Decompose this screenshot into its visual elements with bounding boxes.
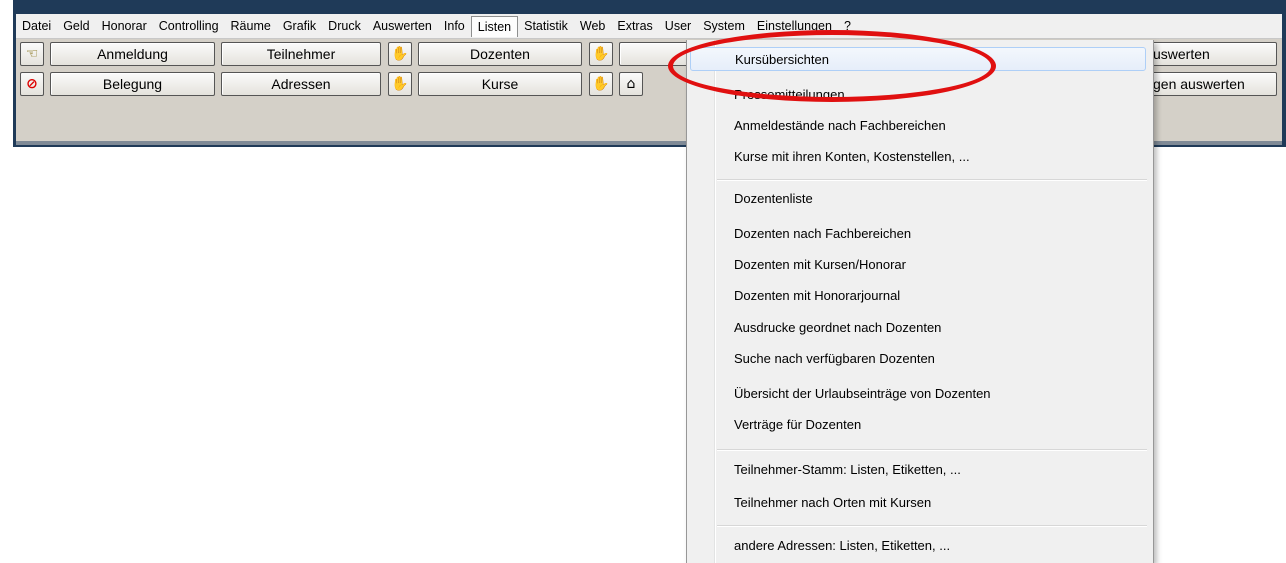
menu-system[interactable]: System (697, 15, 751, 37)
menu-statistik[interactable]: Statistik (518, 15, 574, 37)
auswerten-button-2[interactable]: gen auswerten (1144, 72, 1277, 96)
menu-item-andere-adressen[interactable]: andere Adressen: Listen, Etiketten, ... (734, 534, 950, 558)
hand-icon[interactable]: ✋ (388, 42, 412, 66)
menu-listen[interactable]: Listen (470, 15, 519, 37)
listen-dropdown-menu: Kursübersichten Pressemitteilungen Anmel… (686, 40, 1154, 563)
hand-icon[interactable]: ✋ (589, 72, 613, 96)
menu-separator (717, 525, 1147, 527)
menu-bar: Datei Geld Honorar Controlling Räume Gra… (16, 14, 1282, 39)
menu-separator (717, 179, 1147, 181)
menu-item-anmeldestaende[interactable]: Anmeldestände nach Fachbereichen (734, 114, 946, 138)
adressen-button[interactable]: Adressen (221, 72, 381, 96)
pointing-hand-icon[interactable]: ☜ (20, 42, 44, 66)
kurse-button[interactable]: Kurse (418, 72, 582, 96)
hand-icon[interactable]: ✋ (388, 72, 412, 96)
dozenten-button[interactable]: Dozenten (418, 42, 582, 66)
auswerten-button[interactable]: uswerten (1144, 42, 1277, 66)
menu-separator (717, 449, 1147, 451)
hidden-button[interactable] (619, 42, 689, 66)
stop-icon[interactable]: ⊘ (20, 72, 44, 96)
menu-item-ausdrucke-dozenten[interactable]: Ausdrucke geordnet nach Dozenten (734, 316, 941, 340)
menu-grafik[interactable]: Grafik (277, 15, 322, 37)
menu-item-dozentenliste[interactable]: Dozentenliste (734, 187, 813, 211)
menu-item-teilnehmer-orte[interactable]: Teilnehmer nach Orten mit Kursen (734, 491, 931, 515)
hand-icon[interactable]: ✋ (589, 42, 613, 66)
menu-item-dozenten-kurse-honorar[interactable]: Dozenten mit Kursen/Honorar (734, 253, 906, 277)
menu-item-suche-dozenten[interactable]: Suche nach verfügbaren Dozenten (734, 347, 935, 371)
menu-web[interactable]: Web (574, 15, 611, 37)
menu-item-dozenten-honorarjournal[interactable]: Dozenten mit Honorarjournal (734, 284, 900, 308)
menu-auswerten[interactable]: Auswerten (367, 15, 438, 37)
menu-geld[interactable]: Geld (57, 15, 95, 37)
menu-item-dozenten-fachbereiche[interactable]: Dozenten nach Fachbereichen (734, 222, 911, 246)
menu-item-teilnehmer-stamm[interactable]: Teilnehmer-Stamm: Listen, Etiketten, ... (734, 458, 961, 482)
menu-gutter (714, 40, 716, 563)
menu-item-kurse-konten[interactable]: Kurse mit ihren Konten, Kostenstellen, .… (734, 145, 970, 169)
menu-item-urlaubseintraege[interactable]: Übersicht der Urlaubseinträge von Dozent… (734, 382, 991, 406)
anmeldung-button[interactable]: Anmeldung (50, 42, 215, 66)
menu-raeume[interactable]: Räume (225, 15, 277, 37)
menu-extras[interactable]: Extras (611, 15, 658, 37)
menu-datei[interactable]: Datei (16, 15, 57, 37)
menu-item-kursuebersichten[interactable]: Kursübersichten (690, 47, 1146, 71)
menu-info[interactable]: Info (438, 15, 471, 37)
menu-item-vertraege[interactable]: Verträge für Dozenten (734, 413, 861, 437)
menu-item-pressemitteilungen[interactable]: Pressemitteilungen (734, 83, 845, 107)
menu-honorar[interactable]: Honorar (96, 15, 153, 37)
menu-druck[interactable]: Druck (322, 15, 367, 37)
belegung-button[interactable]: Belegung (50, 72, 215, 96)
menu-help[interactable]: ? (838, 15, 857, 37)
menu-user[interactable]: User (659, 15, 697, 37)
menu-controlling[interactable]: Controlling (153, 15, 225, 37)
teilnehmer-button[interactable]: Teilnehmer (221, 42, 381, 66)
menu-einstellungen[interactable]: Einstellungen (751, 15, 838, 37)
house-icon[interactable]: ⌂ (619, 72, 643, 96)
